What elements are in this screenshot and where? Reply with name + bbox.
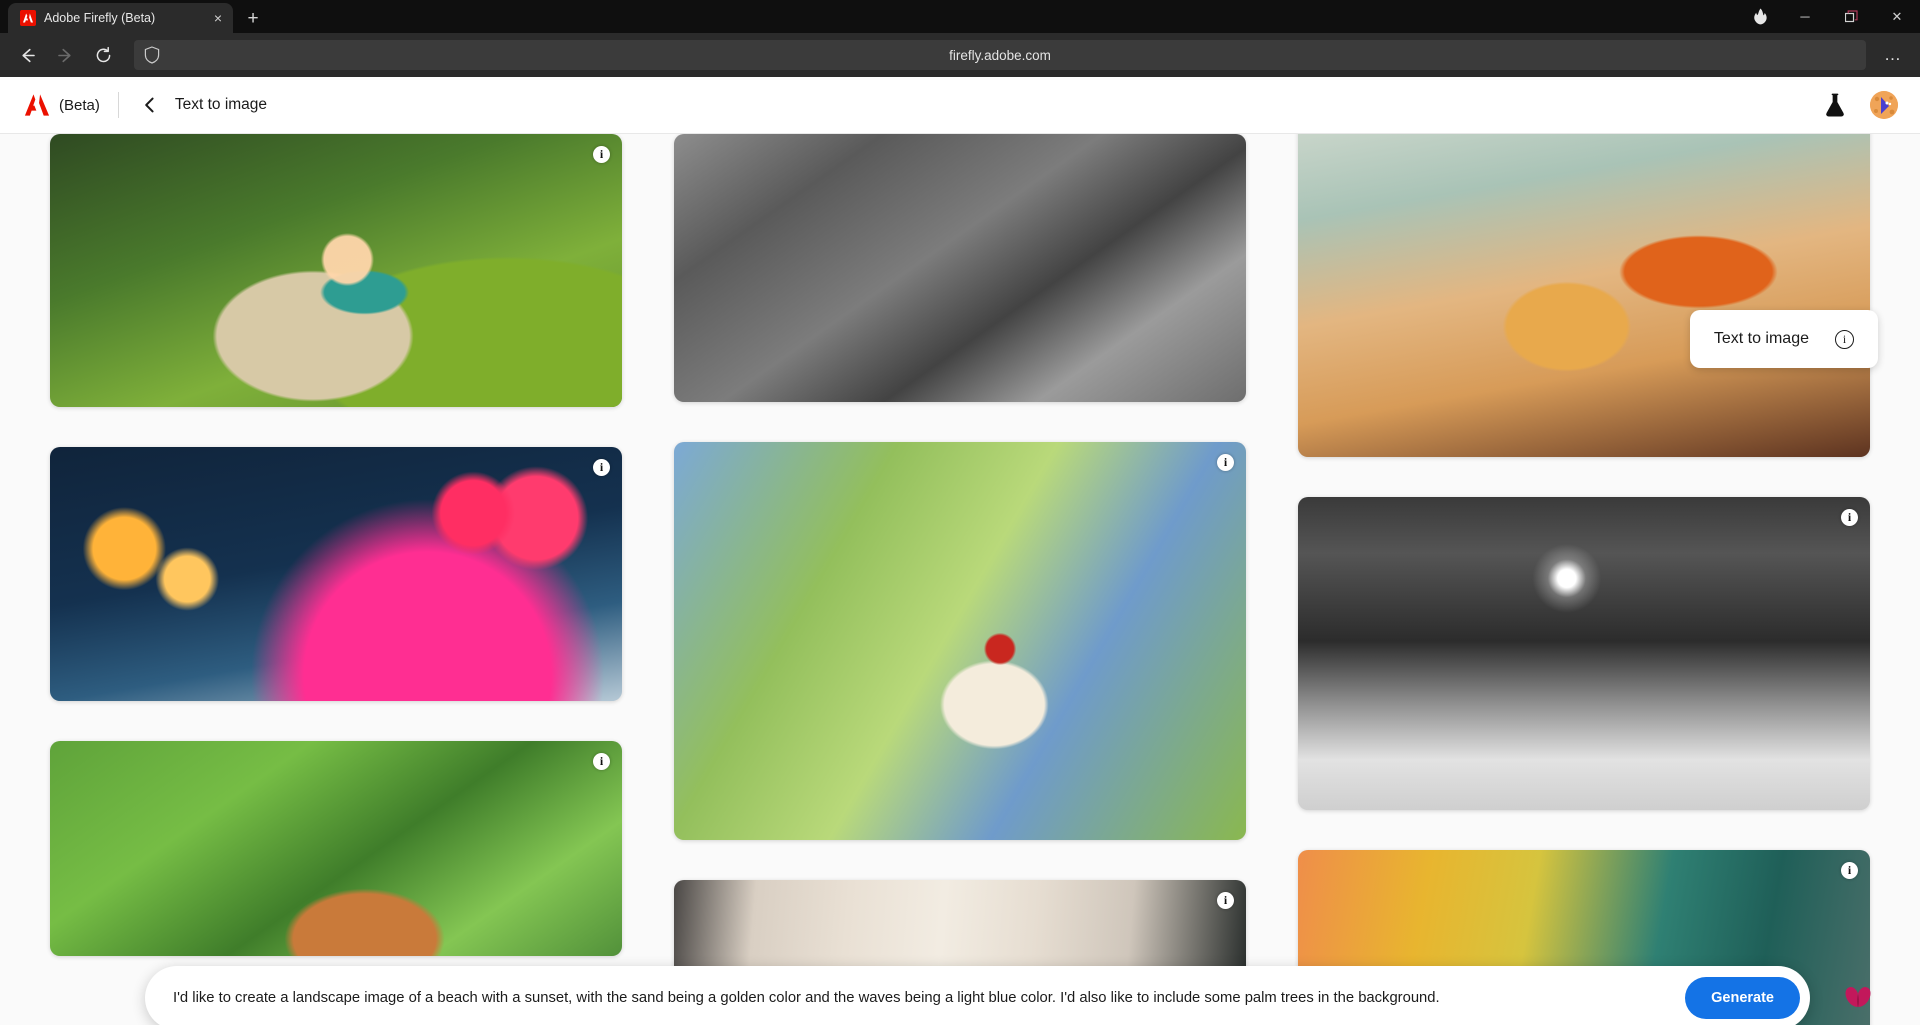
generated-image-neon-street-figures <box>50 447 622 701</box>
arrow-right-icon <box>57 48 71 62</box>
generate-button[interactable]: Generate <box>1685 977 1800 1019</box>
generated-image-fuzzy-creature-on-moss <box>50 134 622 407</box>
address-bar[interactable]: firefly.adobe.com <box>134 40 1866 70</box>
generated-image-moonlit-snowy-forest <box>1298 497 1870 810</box>
generated-image-goldfinch-on-branch <box>674 442 1246 840</box>
shield-glyph <box>144 46 160 64</box>
app-header: (Beta) Text to image <box>0 77 1920 134</box>
app-header-actions <box>1822 91 1898 119</box>
adobe-favicon <box>20 10 36 26</box>
gallery-columns: iiiiiii <box>0 134 1920 1025</box>
back-button[interactable] <box>10 38 44 72</box>
avatar-image <box>1870 91 1898 119</box>
gallery-column-right: ii <box>1298 134 1870 1025</box>
flask-icon[interactable] <box>1822 92 1848 118</box>
info-icon[interactable]: i <box>1835 329 1854 349</box>
browser-tab-title: Adobe Firefly (Beta) <box>44 11 156 25</box>
flame-icon[interactable] <box>1738 0 1782 33</box>
minimize-button[interactable]: ─ <box>1782 0 1828 33</box>
header-divider <box>117 92 119 118</box>
info-icon[interactable]: i <box>593 753 610 770</box>
gallery-card-fuzzy-creature-on-moss[interactable]: i <box>50 134 622 407</box>
info-icon[interactable]: i <box>1217 454 1234 471</box>
browser-chrome: Adobe Firefly (Beta) × + ─ ✕ firefly.ado… <box>0 0 1920 77</box>
forward-button[interactable] <box>48 38 82 72</box>
info-icon[interactable]: i <box>1841 509 1858 526</box>
user-avatar[interactable] <box>1870 91 1898 119</box>
browser-menu-button[interactable]: … <box>1876 38 1910 72</box>
flask-glyph <box>1826 93 1844 117</box>
info-icon[interactable]: i <box>593 459 610 476</box>
image-gallery[interactable]: iiiiiii Text to image i Generate <box>0 134 1920 1025</box>
text-to-image-overlay-pill[interactable]: Text to image i <box>1689 310 1878 368</box>
gallery-card-fern-foliage-animal[interactable]: i <box>50 741 622 956</box>
shield-icon[interactable] <box>144 46 162 64</box>
close-icon[interactable]: × <box>209 9 227 27</box>
close-window-button[interactable]: ✕ <box>1874 0 1920 33</box>
info-icon[interactable]: i <box>1841 862 1858 879</box>
gallery-card-mountain-slope-bw[interactable] <box>674 134 1246 402</box>
browser-tab-adobe-firefly[interactable]: Adobe Firefly (Beta) × <box>8 3 233 33</box>
maximize-button[interactable] <box>1828 0 1874 33</box>
firefly-butterfly-logo <box>1845 986 1871 1008</box>
browser-toolbar: firefly.adobe.com … <box>0 33 1920 77</box>
page-title: Text to image <box>174 96 268 113</box>
arrow-left-icon <box>21 48 35 62</box>
reload-icon <box>96 46 110 62</box>
beta-label: (Beta) <box>59 96 100 114</box>
browser-tabstrip: Adobe Firefly (Beta) × + ─ ✕ <box>0 0 1920 33</box>
gallery-card-goldfinch-on-branch[interactable]: i <box>674 442 1246 840</box>
generated-image-mountain-slope-bw <box>674 134 1246 402</box>
gallery-card-teacup-on-windowsill[interactable] <box>1298 134 1870 457</box>
adobe-brand[interactable]: (Beta) <box>24 93 100 117</box>
gallery-card-neon-street-figures[interactable]: i <box>50 447 622 701</box>
prompt-input[interactable] <box>173 990 1686 1006</box>
chevron-left-icon <box>145 97 154 113</box>
prompt-bar[interactable]: Generate <box>145 966 1810 1025</box>
app-back-button[interactable] <box>137 92 163 118</box>
address-bar-url: firefly.adobe.com <box>949 47 1051 63</box>
reload-button[interactable] <box>86 38 120 72</box>
generated-image-teacup-on-windowsill <box>1298 134 1870 457</box>
new-tab-button[interactable]: + <box>239 4 267 32</box>
maximize-glyph <box>1844 10 1858 23</box>
window-controls: ─ ✕ <box>1738 0 1920 33</box>
generated-image-fern-foliage-animal <box>50 741 622 956</box>
overlay-pill-label: Text to image <box>1713 330 1809 347</box>
adobe-logo-icon <box>24 94 50 116</box>
info-icon[interactable]: i <box>1217 892 1234 909</box>
info-icon[interactable]: i <box>593 146 610 163</box>
gallery-column-middle: ii <box>674 134 1246 1025</box>
gallery-card-moonlit-snowy-forest[interactable]: i <box>1298 497 1870 810</box>
gallery-column-left: i i i <box>50 134 622 1025</box>
flame-glyph <box>1753 8 1767 25</box>
